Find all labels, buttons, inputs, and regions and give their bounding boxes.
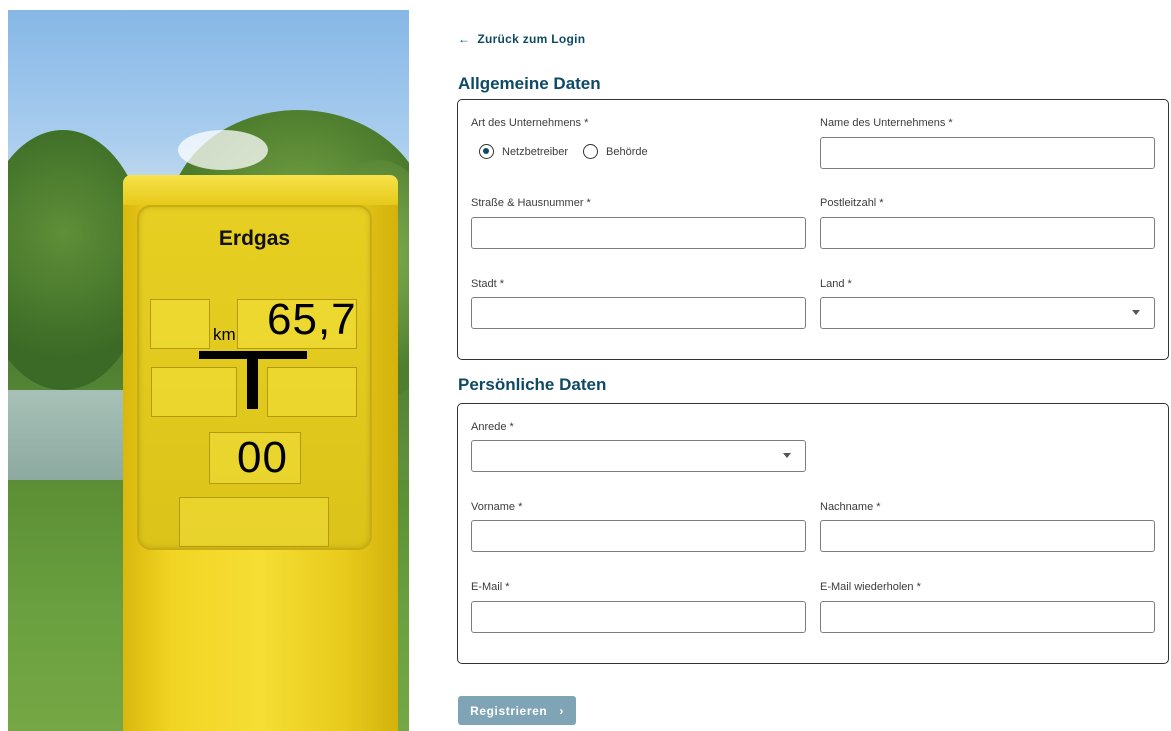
radio-netzbetreiber[interactable] — [479, 144, 494, 159]
chevron-down-icon — [783, 453, 791, 458]
chevron-down-icon — [1132, 310, 1140, 315]
email-repeat-input[interactable] — [820, 601, 1155, 633]
country-select[interactable] — [820, 297, 1155, 329]
zip-input[interactable] — [820, 217, 1155, 249]
marker-post: Erdgas km 65,7 00 — [123, 175, 398, 731]
register-button-label: Registrieren — [470, 703, 548, 718]
marker-box — [267, 367, 357, 417]
marker-box — [151, 367, 237, 417]
country-label: Land * — [820, 278, 852, 290]
marker-secondary-value: 00 — [237, 433, 288, 482]
salutation-select[interactable] — [471, 440, 806, 472]
company-type-radio-group: Netzbetreiber Behörde — [479, 144, 663, 159]
company-name-input[interactable] — [820, 137, 1155, 169]
lastname-label: Nachname * — [820, 501, 881, 513]
marker-unit: km — [213, 325, 236, 344]
chevron-right-icon: › — [559, 703, 564, 718]
radio-netzbetreiber-label[interactable]: Netzbetreiber — [502, 146, 568, 158]
section-title-personal: Persönliche Daten — [458, 375, 607, 394]
photo-cloud — [178, 130, 268, 170]
marker-box — [150, 299, 210, 349]
radio-behoerde[interactable] — [583, 144, 599, 159]
hero-photo: Erdgas km 65,7 00 — [8, 10, 409, 731]
radio-behoerde-label[interactable]: Behörde — [606, 146, 648, 158]
firstname-label: Vorname * — [471, 501, 523, 513]
company-type-label: Art des Unternehmens * — [471, 117, 589, 129]
city-label: Stadt * — [471, 278, 505, 290]
section-title-general: Allgemeine Daten — [458, 74, 601, 93]
lastname-input[interactable] — [820, 520, 1155, 552]
marker-t-stem — [247, 351, 258, 409]
back-to-login-link[interactable]: ← Zurück zum Login — [458, 32, 585, 46]
back-to-login-label: Zurück zum Login — [477, 32, 586, 46]
company-name-label: Name des Unternehmens * — [820, 117, 953, 129]
city-input[interactable] — [471, 297, 806, 329]
street-label: Straße & Hausnummer * — [471, 197, 591, 209]
marker-plate: Erdgas km 65,7 00 — [137, 205, 372, 550]
marker-post-cap — [123, 175, 398, 205]
firstname-input[interactable] — [471, 520, 806, 552]
register-button[interactable]: Registrieren › — [458, 696, 576, 725]
street-input[interactable] — [471, 217, 806, 249]
marker-title: Erdgas — [218, 227, 291, 250]
arrow-left-icon: ← — [458, 32, 471, 46]
marker-km-value: 65,7 — [267, 295, 357, 344]
marker-box — [179, 497, 329, 547]
email-label: E-Mail * — [471, 581, 510, 593]
salutation-label: Anrede * — [471, 421, 514, 433]
email-repeat-label: E-Mail wiederholen * — [820, 581, 921, 593]
zip-label: Postleitzahl * — [820, 197, 884, 209]
email-input[interactable] — [471, 601, 806, 633]
